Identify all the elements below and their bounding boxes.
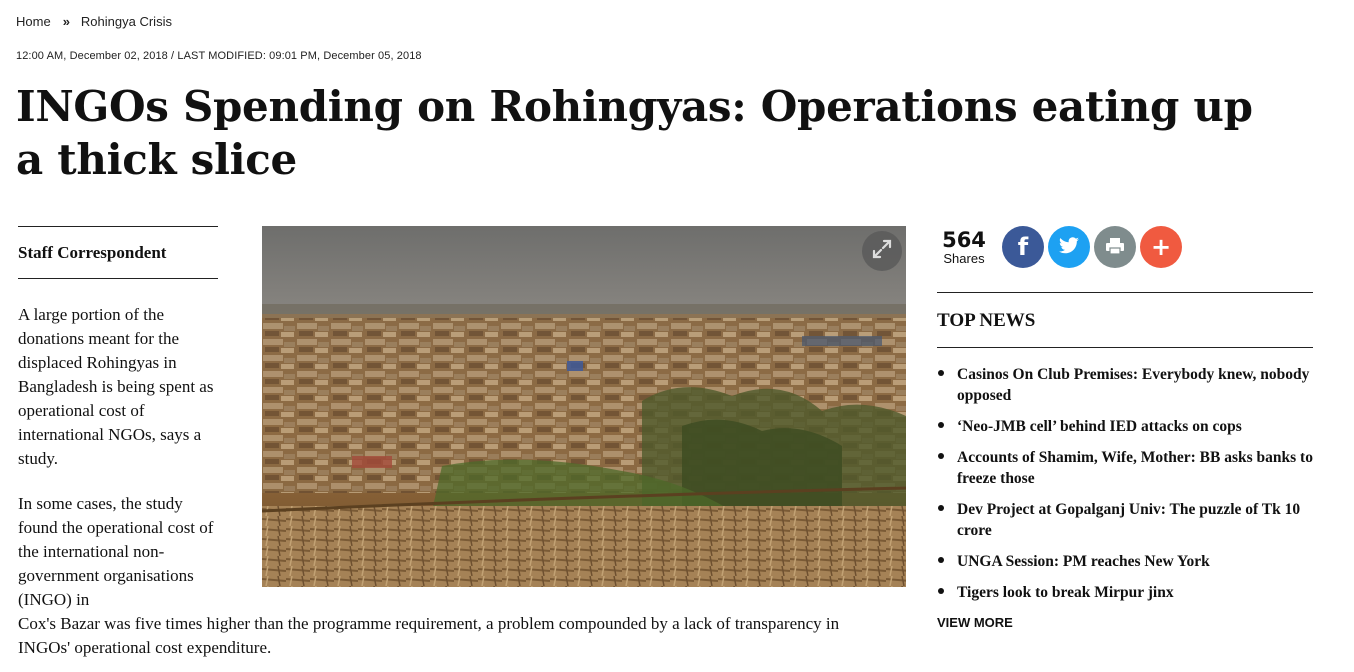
top-news-item[interactable]: ‘Neo-JMB cell’ behind IED attacks on cop… <box>937 416 1313 437</box>
article-paragraph-1: A large portion of the donations meant f… <box>18 305 214 468</box>
breadcrumb-section-link[interactable]: Rohingya Crisis <box>81 14 172 29</box>
top-news-item[interactable]: Accounts of Shamim, Wife, Mother: BB ask… <box>937 447 1313 489</box>
author-box: Staff Correspondent <box>18 226 218 279</box>
more-share-button[interactable]: + <box>1140 226 1182 268</box>
twitter-share-button[interactable] <box>1048 226 1090 268</box>
print-icon <box>1105 233 1125 261</box>
top-news-item[interactable]: Tigers look to break Mirpur jinx <box>937 582 1313 603</box>
author-name[interactable]: Staff Correspondent <box>18 243 166 263</box>
breadcrumb-home-link[interactable]: Home <box>16 14 51 29</box>
expand-photo-button[interactable] <box>862 231 902 271</box>
facebook-icon: f <box>1017 233 1029 261</box>
share-counter: 564 Shares <box>942 228 986 266</box>
print-button[interactable] <box>1094 226 1136 268</box>
view-more-link[interactable]: VIEW MORE <box>937 615 1013 630</box>
article-dateline: 12:00 AM, December 02, 2018 / LAST MODIF… <box>16 50 422 62</box>
top-news-item[interactable]: Dev Project at Gopalganj Univ: The puzzl… <box>937 499 1313 541</box>
share-count: 564 <box>942 228 986 252</box>
share-label: Shares <box>943 251 985 266</box>
twitter-icon <box>1058 233 1080 261</box>
plus-icon: + <box>1150 233 1172 261</box>
article-paragraph-2: In some cases, the study found the opera… <box>18 494 214 609</box>
top-news-title: TOP NEWS <box>937 310 1036 331</box>
article-photo[interactable] <box>262 226 906 587</box>
expand-icon <box>871 238 893 265</box>
top-news-header: TOP NEWS <box>937 292 1313 348</box>
breadcrumb-separator: » <box>62 14 70 29</box>
facebook-share-button[interactable]: f <box>1002 226 1044 268</box>
top-news-section: TOP NEWS Casinos On Club Premises: Every… <box>937 292 1313 601</box>
top-news-list: Casinos On Club Premises: Everybody knew… <box>937 364 1313 613</box>
top-news-item[interactable]: Casinos On Club Premises: Everybody knew… <box>937 364 1313 406</box>
top-news-item[interactable]: UNGA Session: PM reaches New York <box>937 551 1313 572</box>
article-headline: INGOs Spending on Rohingyas: Operations … <box>16 82 1253 184</box>
article-paragraph-2-continued: Cox's Bazar was five times higher than t… <box>18 614 840 657</box>
breadcrumb: Home » Rohingya Crisis <box>16 14 172 29</box>
